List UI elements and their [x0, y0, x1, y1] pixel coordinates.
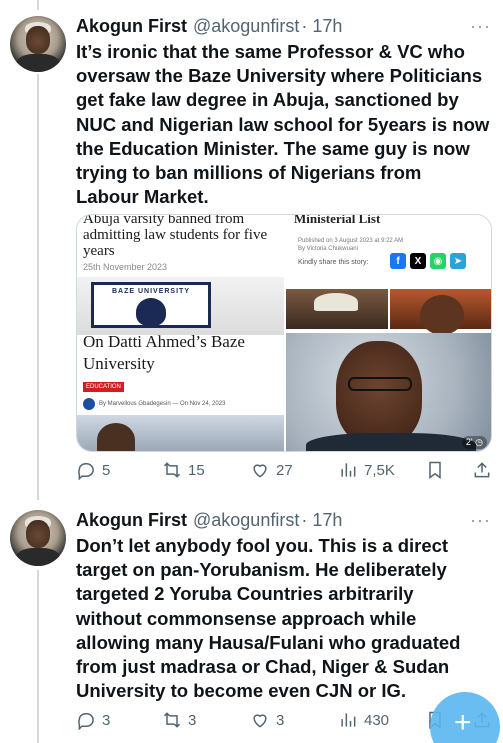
tweet-text-line: targeted 2 Yoruba Countries arbitrarily	[76, 583, 414, 605]
views-button[interactable]: 7,5K	[338, 460, 395, 480]
author-handle[interactable]: @akogunfirst	[193, 510, 299, 531]
like-button[interactable]: 3	[250, 710, 284, 730]
reply-button[interactable]: 5	[76, 460, 110, 480]
news-published: Published on 3 August 2023 at 9:22 AM By…	[298, 237, 403, 253]
tweet-text-line: from just madrasa or Chad, Niger & Sudan	[76, 656, 450, 678]
media-image-left[interactable]: Abuja varsity banned from admitting law …	[77, 215, 284, 451]
tweet-header: Akogun First @akogunfirst · 17h	[76, 507, 342, 533]
facebook-share-icon: f	[390, 253, 406, 269]
tweet-text-line: allowing many Hausa/Fulani who graduated	[76, 631, 461, 653]
news-date: 25th November 2023	[83, 262, 168, 272]
views-icon	[341, 463, 356, 477]
minister-photo-3	[286, 333, 491, 451]
minister-photo-1	[286, 289, 388, 329]
timestamp[interactable]: · 17h	[301, 510, 342, 531]
author-name[interactable]: Akogun First	[76, 510, 187, 531]
views-button[interactable]: 430	[338, 710, 389, 730]
repost-button[interactable]: 15	[162, 460, 205, 480]
telegram-share-icon: ➤	[450, 253, 466, 269]
minister-photo-2	[390, 289, 491, 335]
avatar[interactable]	[10, 510, 66, 566]
thread-line-top	[37, 0, 39, 10]
repost-icon	[163, 462, 181, 478]
repost-count: 15	[188, 461, 205, 479]
heart-icon	[253, 464, 267, 478]
timestamp[interactable]: · 17h	[301, 16, 342, 37]
tweet-text-line: get fake law degree in Abuja, sanctioned…	[76, 89, 459, 111]
media-image-right[interactable]: Ministerial List Published on 3 August 2…	[286, 215, 491, 451]
author-handle[interactable]: @akogunfirst	[193, 16, 299, 37]
tweet-text-line: Don’t let anybody fool you. This is a di…	[76, 535, 449, 556]
news-headline-right: Ministerial List	[294, 215, 381, 226]
tweet-text: It’s ironic that the same Professor & VC…	[76, 40, 496, 209]
university-sign: BAZE UNIVERSITY	[91, 282, 211, 328]
news-headline-2: On Datti Ahmed’s Baze University	[83, 332, 245, 373]
like-count: 27	[276, 461, 293, 479]
share-prompt: Kindly share this story:	[298, 259, 369, 266]
tweet-text-line: oversaw the Baze University where Politi…	[76, 65, 483, 87]
reply-icon	[78, 463, 94, 480]
views-count: 7,5K	[364, 461, 395, 479]
news-photo	[77, 415, 284, 451]
repost-count: 3	[188, 711, 197, 729]
news-author: By Victoria Chukwuani	[298, 246, 358, 252]
whatsapp-share-icon: ◉	[430, 253, 446, 269]
repost-icon	[163, 712, 181, 728]
plus-icon: +	[454, 706, 472, 739]
gif-badge: 2' ◷	[461, 436, 487, 449]
share-icon	[474, 462, 490, 478]
tweet-text: Don’t let anybody fool you. This is a di…	[76, 534, 496, 703]
more-options-icon[interactable]: ···	[470, 510, 491, 531]
author-name[interactable]: Akogun First	[76, 16, 187, 37]
tweet-media[interactable]: Abuja varsity banned from admitting law …	[76, 214, 492, 452]
tweet-text-line: Labour Market.	[76, 186, 209, 208]
crest-icon	[136, 298, 166, 326]
repost-button[interactable]: 3	[162, 710, 196, 730]
tweet-text-line: NUC and Nigerian law school for 5years i…	[76, 113, 490, 135]
author-avatar-icon	[83, 398, 95, 410]
avatar[interactable]	[10, 16, 66, 72]
reply-icon	[78, 713, 94, 730]
tweet-text-line: University to become even CJN or IG.	[76, 680, 407, 702]
news-byline-text: By Marvellous Gbadegesin — On Nov 24, 20…	[99, 401, 226, 407]
x-share-icon: X	[410, 253, 426, 269]
heart-icon	[253, 714, 267, 728]
university-sign-text: BAZE UNIVERSITY	[111, 288, 190, 295]
like-button[interactable]: 27	[250, 460, 293, 480]
reply-button[interactable]: 3	[76, 710, 110, 730]
tweet-text-line: without commonsense approach while	[76, 607, 417, 629]
news-published-date: Published on 3 August 2023 at 9:22 AM	[298, 238, 404, 244]
views-count: 430	[364, 711, 390, 729]
tweet-text-line: the Education Minister. The same guy is …	[76, 137, 470, 159]
university-sign-photo: BAZE UNIVERSITY	[77, 277, 284, 335]
tweet-text-line: trying to ban millions of Nigerians from	[76, 162, 422, 184]
reply-count: 3	[102, 711, 111, 729]
views-icon	[341, 713, 356, 727]
bookmark-button[interactable]	[425, 460, 451, 480]
category-tag: EDUCATION	[83, 382, 124, 392]
like-count: 3	[276, 711, 285, 729]
tweet-2[interactable]: Akogun First @akogunfirst · 17h ··· Don’…	[0, 504, 503, 743]
news-headline: Abuja varsity banned from admitting law …	[83, 215, 268, 259]
share-button[interactable]	[472, 460, 498, 480]
reply-count: 5	[102, 461, 111, 479]
tweet-actions: 5 15 27 7,5K	[76, 460, 496, 482]
news-byline: By Marvellous Gbadegesin — On Nov 24, 20…	[83, 398, 225, 410]
tweet-header: Akogun First @akogunfirst · 17h	[76, 13, 342, 39]
more-options-icon[interactable]: ···	[470, 16, 491, 37]
tweet-text-line: It’s ironic that the same Professor & VC…	[76, 41, 465, 62]
bookmark-icon	[429, 461, 441, 479]
tweet-text-line: target on pan-Yorubanism. He deliberatel…	[76, 559, 447, 581]
